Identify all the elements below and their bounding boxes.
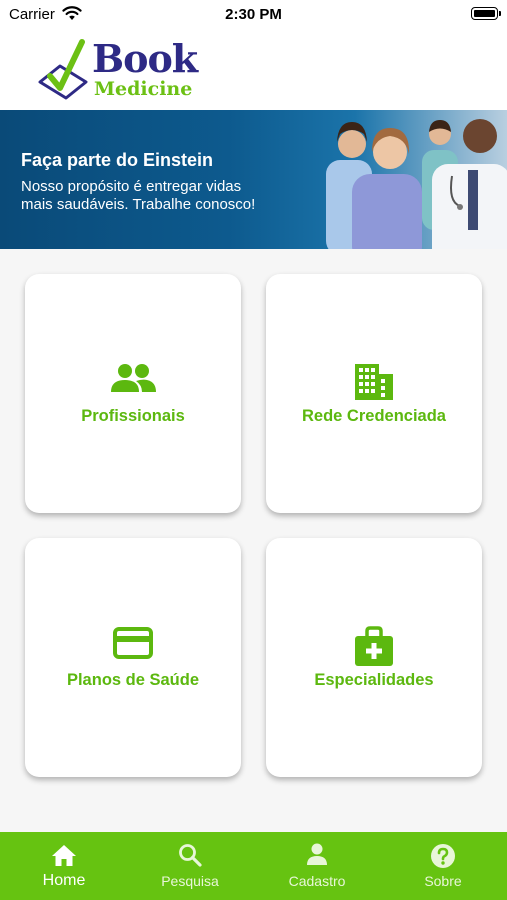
help-icon [380, 843, 506, 869]
tab-pesquisa[interactable]: Pesquisa [127, 832, 253, 900]
home-icon [1, 843, 127, 869]
bottom-tab-bar: Home Pesquisa Cadastro Sobre [0, 832, 507, 900]
people-icon [25, 362, 241, 402]
card-especialidades[interactable]: Especialidades [266, 538, 482, 777]
tab-cadastro[interactable]: Cadastro [254, 832, 380, 900]
checkmark-logo-icon [38, 38, 90, 105]
card-label: Rede Credenciada [302, 407, 446, 425]
tab-sobre-label: Sobre [424, 873, 462, 889]
app-header: Book Medicine [0, 30, 507, 110]
tab-pesquisa-label: Pesquisa [161, 873, 219, 889]
person-icon [254, 843, 380, 869]
medical-bag-icon [266, 626, 482, 666]
card-label: Profissionais [81, 407, 185, 425]
tab-home[interactable]: Home [1, 832, 127, 900]
banner-text-line1: Nosso propósito é entregar vidas [21, 178, 242, 195]
logo-text-book: Book [92, 36, 198, 81]
battery-icon [471, 7, 501, 20]
banner-title: Faça parte do Einstein [21, 150, 214, 170]
building-icon [266, 362, 482, 402]
clock: 2:30 PM [225, 6, 282, 23]
card-planos-de-saude[interactable]: Planos de Saúde [25, 538, 241, 777]
card-label: Especialidades [314, 671, 434, 689]
banner-text-line2: mais saudáveis. Trabalhe conosco! [21, 196, 256, 213]
logo-text-medicine: Medicine [94, 78, 193, 100]
card-label: Planos de Saúde [66, 671, 200, 689]
card-profissionais[interactable]: Profissionais [25, 274, 241, 513]
tab-sobre[interactable]: Sobre [380, 832, 506, 900]
card-rede-credenciada[interactable]: Rede Credenciada [266, 274, 482, 513]
medical-staff-photo [326, 119, 507, 249]
einstein-banner[interactable]: Faça parte do Einstein Nosso propósito é… [0, 110, 507, 249]
tab-cadastro-label: Cadastro [288, 873, 346, 889]
status-bar: Carrier 2:30 PM [0, 0, 507, 30]
tab-home-label: Home [42, 872, 86, 889]
search-icon [127, 843, 253, 869]
credit-card-icon [25, 626, 241, 666]
